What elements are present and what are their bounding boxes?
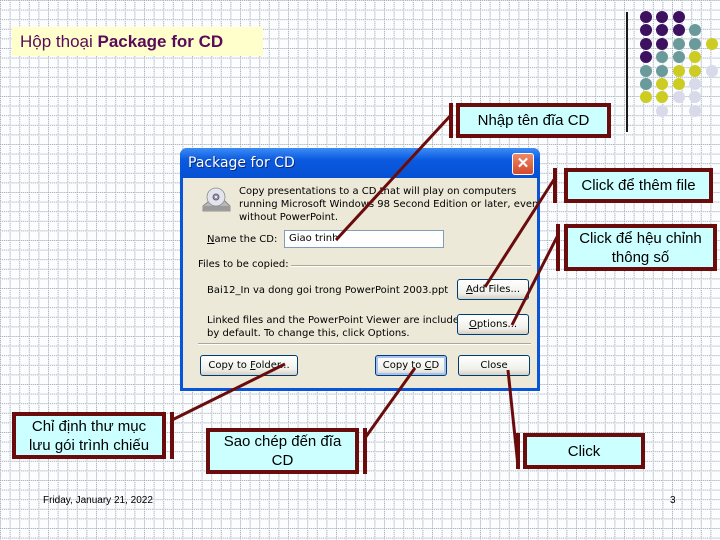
callout-copy-cd: Sao chép đến đĩa CD: [206, 428, 359, 474]
callout-bar: [363, 428, 367, 474]
callout-name-cd: Nhập tên đĩa CD: [456, 103, 611, 138]
footer-date: Friday, January 21, 2022: [43, 495, 153, 506]
callout-line-add-file: [483, 177, 557, 288]
callout-close: Click: [523, 433, 645, 469]
callout-line-options: [510, 234, 560, 326]
callout-bar: [170, 412, 174, 459]
callout-bar: [516, 433, 520, 469]
callout-line-name-cd: [334, 113, 453, 242]
callout-bar: [556, 224, 560, 271]
page-number: 3: [670, 495, 676, 506]
callout-options: Click để hệu chỉnh thông số: [564, 224, 717, 271]
callout-bar: [553, 168, 557, 203]
callout-folder: Chỉ định thư mục lưu gói trình chiếu: [12, 412, 166, 459]
callout-add-file: Click để thêm file: [564, 168, 713, 203]
callout-line-folder: [171, 362, 286, 422]
callout-bar: [449, 103, 453, 138]
callout-line-copy-cd: [363, 367, 417, 439]
